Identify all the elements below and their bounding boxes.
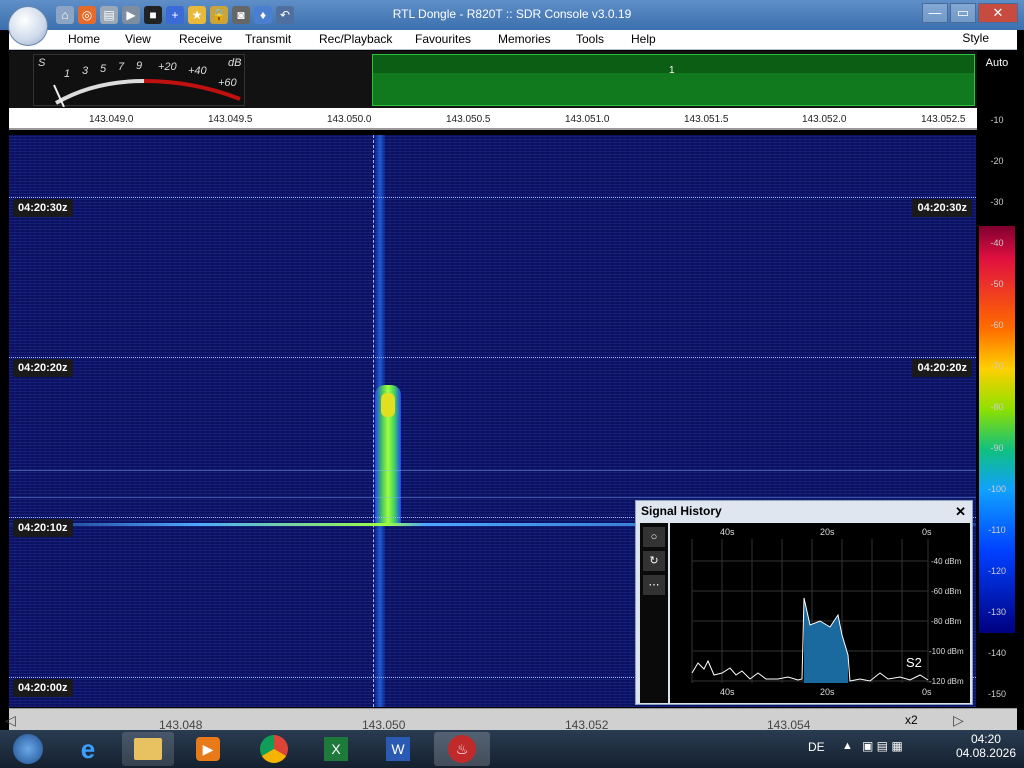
signal-history-window[interactable]: Signal History ✕ ○ ↻ ⋯ 40s 20s 0s 40s 20… xyxy=(635,500,973,705)
y-label: -60 dBm xyxy=(931,587,962,596)
language-indicator[interactable]: DE xyxy=(808,740,825,754)
clock[interactable]: 04:20 04.08.2026 xyxy=(956,732,1016,760)
y-label: -40 dBm xyxy=(931,557,962,566)
mini-spectrum[interactable]: 1 xyxy=(372,54,975,106)
menu-help[interactable]: Help xyxy=(631,32,656,46)
level-tick: -50 xyxy=(990,279,1004,289)
menu-favourites[interactable]: Favourites xyxy=(415,32,471,46)
level-tick: -80 xyxy=(990,402,1004,412)
app-window: ⌂ ◎ ▤ ▶ ■ + ★ 🔒 ◙ ♦ ↶ RTL Dongle - R820T… xyxy=(0,0,1024,768)
s-meter: S dB 1 3 5 7 9 +20 +40 +60 xyxy=(33,54,245,107)
frequency-scale[interactable]: 143.049.0 143.049.5 143.050.0 143.050.5 … xyxy=(9,108,977,130)
x-top-label: 20s xyxy=(820,527,835,537)
refresh-icon[interactable]: ↻ xyxy=(643,551,665,571)
level-tick: -120 xyxy=(987,566,1006,576)
scroll-right-icon[interactable]: ▷ xyxy=(953,712,964,729)
menu-home[interactable]: Home xyxy=(68,32,100,46)
freq-tick: 143.049.5 xyxy=(208,114,253,125)
sdr-console-icon[interactable]: ♨ xyxy=(434,732,490,766)
level-tick: -130 xyxy=(987,607,1006,617)
maximize-icon[interactable]: ▭ xyxy=(950,3,976,23)
minimize-icon[interactable]: — xyxy=(922,3,948,23)
tray-icons[interactable]: ▣ ▤ ▦ xyxy=(862,739,903,753)
record-icon[interactable]: ○ xyxy=(643,527,665,547)
level-tick: -110 xyxy=(988,525,1006,535)
level-tick: -150 xyxy=(987,689,1006,699)
word-icon[interactable]: W xyxy=(372,732,424,766)
s-reading: S2 xyxy=(906,655,922,670)
taskbar: e ▶ X W ♨ DE ▲ ▣ ▤ ▦ 04:20 04.08.2026 xyxy=(0,730,1024,768)
menu-receive[interactable]: Receive xyxy=(179,32,222,46)
x-bottom-label: 0s xyxy=(922,687,932,697)
level-tick: -90 xyxy=(990,443,1004,453)
freq-tick: 143.050.5 xyxy=(446,114,491,125)
time-label: 04:20:20z xyxy=(13,359,73,377)
level-tick: -70 xyxy=(990,361,1004,371)
ie-icon[interactable]: e xyxy=(62,732,114,766)
level-colorbar[interactable]: Auto -10 -20 -30 -40 -50 -60 -70 -80 -90… xyxy=(977,51,1017,707)
close-icon[interactable]: ✕ xyxy=(955,504,966,520)
mini-spectrum-marker: 1 xyxy=(669,65,675,76)
clock-date: 04.08.2026 xyxy=(955,746,1016,760)
level-tick: -30 xyxy=(990,197,1004,207)
level-tick: -10 xyxy=(990,115,1004,125)
menu-memories[interactable]: Memories xyxy=(498,32,551,46)
level-tick: -40 xyxy=(990,238,1004,248)
more-icon[interactable]: ⋯ xyxy=(643,575,665,595)
level-tick: -140 xyxy=(987,648,1006,658)
signal-history-plot: 40s 20s 0s 40s 20s 0s -40 dBm -60 dBm -8… xyxy=(670,523,970,703)
zoom-label[interactable]: x2 xyxy=(905,713,918,727)
style-button[interactable]: Style xyxy=(962,31,989,45)
menu-tools[interactable]: Tools xyxy=(576,32,604,46)
tray-expand-icon[interactable]: ▲ xyxy=(842,740,853,752)
start-button[interactable] xyxy=(0,732,56,766)
time-label: 04:20:10z xyxy=(13,519,73,537)
time-label: 04:20:00z xyxy=(13,679,73,697)
bottom-frequency-bar[interactable]: ◁ 143.048 143.050 143.052 143.054 x2 ▷ xyxy=(5,708,1017,732)
app-menu-orb[interactable] xyxy=(8,6,48,46)
freq-tick: 143.052.0 xyxy=(802,114,847,125)
signal-history-tools: ○ ↻ ⋯ xyxy=(640,523,668,703)
time-label: 04:20:30z xyxy=(912,199,972,217)
title-bar: ⌂ ◎ ▤ ▶ ■ + ★ 🔒 ◙ ♦ ↶ RTL Dongle - R820T… xyxy=(0,0,1024,46)
window-controls: — ▭ ✕ xyxy=(922,3,1018,23)
time-label: 04:20:30z xyxy=(13,199,73,217)
menu-recplayback[interactable]: Rec/Playback xyxy=(319,32,392,46)
menu-transmit[interactable]: Transmit xyxy=(245,32,291,46)
chrome-icon[interactable] xyxy=(248,732,300,766)
explorer-icon[interactable] xyxy=(122,732,174,766)
freq-tick: 143.049.0 xyxy=(89,114,134,125)
level-tick: -20 xyxy=(990,156,1004,166)
level-tick: -100 xyxy=(987,484,1006,494)
signal-history-title: Signal History xyxy=(636,501,972,523)
y-label: -100 dBm xyxy=(929,647,964,656)
freq-tick: 143.051.0 xyxy=(565,114,610,125)
window-title: RTL Dongle - R820T :: SDR Console v3.0.1… xyxy=(392,7,632,21)
control-panel: S dB 1 3 5 7 9 +20 +40 +60 1 xyxy=(9,51,977,108)
scroll-left-icon[interactable]: ◁ xyxy=(5,712,16,729)
freq-tick: 143.052.5 xyxy=(921,114,966,125)
x-top-label: 40s xyxy=(720,527,735,537)
x-bottom-label: 40s xyxy=(720,687,735,697)
excel-icon[interactable]: X xyxy=(310,732,362,766)
level-tick: -60 xyxy=(990,320,1004,330)
clock-time: 04:20 xyxy=(970,732,1001,746)
close-icon[interactable]: ✕ xyxy=(978,3,1018,23)
freq-tick: 143.051.5 xyxy=(684,114,729,125)
x-bottom-label: 20s xyxy=(820,687,835,697)
freq-tick: 143.050.0 xyxy=(327,114,372,125)
menu-bar: Home View Receive Transmit Rec/Playback … xyxy=(9,30,1017,50)
s-meter-arc xyxy=(53,79,241,107)
auto-label[interactable]: Auto xyxy=(977,57,1017,69)
media-player-icon[interactable]: ▶ xyxy=(182,732,234,766)
y-label: -120 dBm xyxy=(929,677,964,686)
x-top-label: 0s xyxy=(922,527,932,537)
time-label: 04:20:20z xyxy=(912,359,972,377)
y-label: -80 dBm xyxy=(931,617,962,626)
menu-view[interactable]: View xyxy=(125,32,151,46)
